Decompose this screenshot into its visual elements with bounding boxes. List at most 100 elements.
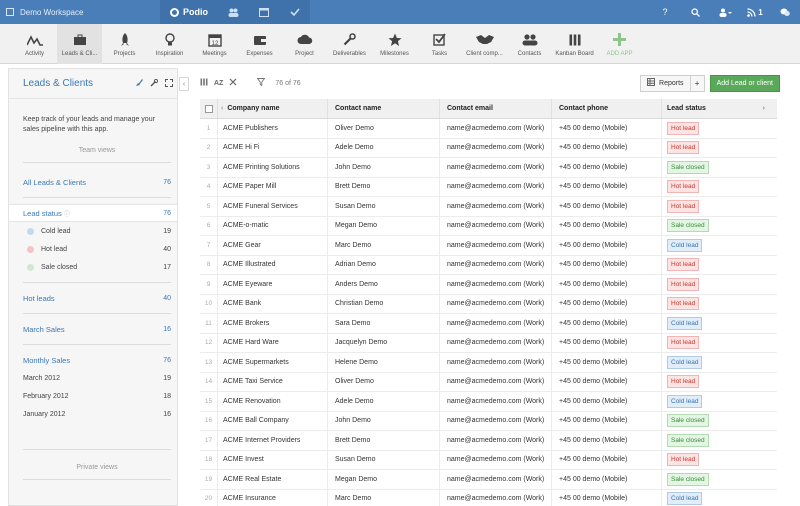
view-month-march-2012[interactable]: March 2012 19 [9, 369, 177, 387]
contact-email-cell[interactable]: name@acmedemo.com (Work) [439, 450, 551, 469]
contact-phone-cell[interactable]: +45 00 demo (Mobile) [551, 158, 661, 177]
contact-email-cell[interactable]: name@acmedemo.com (Work) [439, 314, 551, 333]
contact-email-cell[interactable]: name@acmedemo.com (Work) [439, 138, 551, 157]
contact-email-cell[interactable]: name@acmedemo.com (Work) [439, 119, 551, 138]
contact-phone-cell[interactable]: +45 00 demo (Mobile) [551, 450, 661, 469]
table-row[interactable]: 15 ACME Renovation Adele Demo name@acmedemo… [200, 392, 777, 412]
contact-phone-cell[interactable]: +45 00 demo (Mobile) [551, 431, 661, 450]
company-name-cell[interactable]: ACME Paper Mill [217, 177, 327, 196]
add-lead-button[interactable]: Add Lead or client [709, 74, 780, 92]
company-name-cell[interactable]: ACME Eyeware [217, 275, 327, 294]
contact-email-cell[interactable]: name@acmedemo.com (Work) [439, 197, 551, 216]
expand-icon[interactable] [165, 78, 173, 89]
lead-status-cell[interactable]: Cold lead [661, 236, 771, 255]
contact-name-cell[interactable]: Susan Demo [327, 450, 439, 469]
contact-email-cell[interactable]: name@acmedemo.com (Work) [439, 353, 551, 372]
lead-status-cell[interactable]: Cold lead [661, 314, 771, 333]
sort-az-button[interactable]: AZ [214, 80, 223, 87]
company-name-cell[interactable]: ACME Supermarkets [217, 353, 327, 372]
company-name-cell[interactable]: ACME Internet Providers [217, 431, 327, 450]
table-row[interactable]: 3 ACME Printing Solutions John Demo name@ac… [200, 158, 777, 178]
help-icon[interactable]: ? [650, 0, 680, 24]
contact-email-cell[interactable]: name@acmedemo.com (Work) [439, 489, 551, 506]
tasks-nav-icon[interactable] [279, 0, 310, 24]
user-menu-icon[interactable] [710, 0, 740, 24]
contact-name-cell[interactable]: Brett Demo [327, 177, 439, 196]
column-company-name[interactable]: ‹ Company name [217, 99, 327, 118]
contact-phone-cell[interactable]: +45 00 demo (Mobile) [551, 392, 661, 411]
contact-name-cell[interactable]: Megan Demo [327, 216, 439, 235]
lead-status-cell[interactable]: Hot lead [661, 119, 771, 138]
lead-status-cell[interactable]: Sale closed [661, 411, 771, 430]
app-tab-milestones[interactable]: Milestones [372, 24, 417, 64]
contact-phone-cell[interactable]: +45 00 demo (Mobile) [551, 216, 661, 235]
table-row[interactable]: 19 ACME Real Estate Megan Demo name@acmedem… [200, 470, 777, 490]
view-march-sales[interactable]: March Sales 16 [9, 320, 177, 338]
app-tab-leads-cli[interactable]: Leads & Cli... [57, 24, 102, 64]
contacts-nav-icon[interactable] [218, 0, 249, 24]
table-row[interactable]: 10 ACME Bank Christian Demo name@acmedemo.c… [200, 294, 777, 314]
app-tab-client-comp[interactable]: Client comp... [462, 24, 507, 64]
company-name-cell[interactable]: ACME Hard Ware [217, 333, 327, 352]
workspace-switcher[interactable]: Demo Workspace [0, 0, 160, 24]
app-tab-project[interactable]: Project [282, 24, 327, 64]
contact-name-cell[interactable]: Susan Demo [327, 197, 439, 216]
table-row[interactable]: 9 ACME Eyeware Anders Demo name@acmedemo.co… [200, 275, 777, 295]
app-tab-add-app[interactable]: ADD APP [597, 24, 642, 64]
table-row[interactable]: 1 ACME Publishers Oliver Demo name@acmedemo… [200, 119, 777, 139]
app-tab-inspiration[interactable]: Inspiration [147, 24, 192, 64]
select-all-checkbox[interactable] [204, 104, 213, 113]
contact-name-cell[interactable]: Anders Demo [327, 275, 439, 294]
contact-name-cell[interactable]: Oliver Demo [327, 372, 439, 391]
company-name-cell[interactable]: ACME Publishers [217, 119, 327, 138]
contact-name-cell[interactable]: Jacquelyn Demo [327, 333, 439, 352]
lead-status-cell[interactable]: Cold lead [661, 489, 771, 506]
contact-name-cell[interactable]: Brett Demo [327, 431, 439, 450]
lead-status-cell[interactable]: Cold lead [661, 392, 771, 411]
company-name-cell[interactable]: ACME-o-matic [217, 216, 327, 235]
view-status-hot-lead[interactable]: Hot lead 40 [9, 240, 177, 258]
app-tab-meetings[interactable]: 12 Meetings [192, 24, 237, 64]
lead-status-cell[interactable]: Cold lead [661, 353, 771, 372]
lead-status-cell[interactable]: Hot lead [661, 138, 771, 157]
scroll-right-icon[interactable]: › [763, 105, 765, 112]
column-contact-name[interactable]: Contact name [327, 99, 439, 118]
contact-name-cell[interactable]: Adele Demo [327, 392, 439, 411]
contact-email-cell[interactable]: name@acmedemo.com (Work) [439, 255, 551, 274]
contact-email-cell[interactable]: name@acmedemo.com (Work) [439, 216, 551, 235]
table-row[interactable]: 8 ACME Illustrated Adrian Demo name@acmedem… [200, 255, 777, 275]
contact-email-cell[interactable]: name@acmedemo.com (Work) [439, 333, 551, 352]
contact-email-cell[interactable]: name@acmedemo.com (Work) [439, 392, 551, 411]
lead-status-cell[interactable]: Sale closed [661, 216, 771, 235]
column-contact-email[interactable]: Contact email [439, 99, 551, 118]
company-name-cell[interactable]: ACME Invest [217, 450, 327, 469]
contact-phone-cell[interactable]: +45 00 demo (Mobile) [551, 138, 661, 157]
contact-email-cell[interactable]: name@acmedemo.com (Work) [439, 372, 551, 391]
lead-status-cell[interactable]: Hot lead [661, 294, 771, 313]
app-tab-projects[interactable]: Projects [102, 24, 147, 64]
table-row[interactable]: 12 ACME Hard Ware Jacquelyn Demo name@acmed… [200, 333, 777, 353]
company-name-cell[interactable]: ACME Taxi Service [217, 372, 327, 391]
view-status-sale-closed[interactable]: Sale closed 17 [9, 258, 177, 276]
contact-phone-cell[interactable]: +45 00 demo (Mobile) [551, 236, 661, 255]
contact-phone-cell[interactable]: +45 00 demo (Mobile) [551, 119, 661, 138]
view-status-cold-lead[interactable]: Cold lead 19 [9, 222, 177, 240]
company-name-cell[interactable]: ACME Real Estate [217, 470, 327, 489]
lead-status-cell[interactable]: Hot lead [661, 197, 771, 216]
lead-status-cell[interactable]: Sale closed [661, 470, 771, 489]
contact-name-cell[interactable]: Marc Demo [327, 489, 439, 506]
contact-name-cell[interactable]: Adele Demo [327, 138, 439, 157]
contact-phone-cell[interactable]: +45 00 demo (Mobile) [551, 353, 661, 372]
columns-icon[interactable] [200, 78, 208, 88]
company-name-cell[interactable]: ACME Brokers [217, 314, 327, 333]
lead-status-cell[interactable]: Sale closed [661, 158, 771, 177]
search-icon[interactable] [680, 0, 710, 24]
table-row[interactable]: 13 ACME Supermarkets Helene Demo name@acmed… [200, 353, 777, 373]
view-month-january-2012[interactable]: January 2012 16 [9, 405, 177, 423]
filter-icon[interactable] [256, 78, 266, 88]
contact-phone-cell[interactable]: +45 00 demo (Mobile) [551, 197, 661, 216]
company-name-cell[interactable]: ACME Funeral Services [217, 197, 327, 216]
contact-phone-cell[interactable]: +45 00 demo (Mobile) [551, 255, 661, 274]
contact-name-cell[interactable]: John Demo [327, 411, 439, 430]
lead-status-cell[interactable]: Hot lead [661, 177, 771, 196]
